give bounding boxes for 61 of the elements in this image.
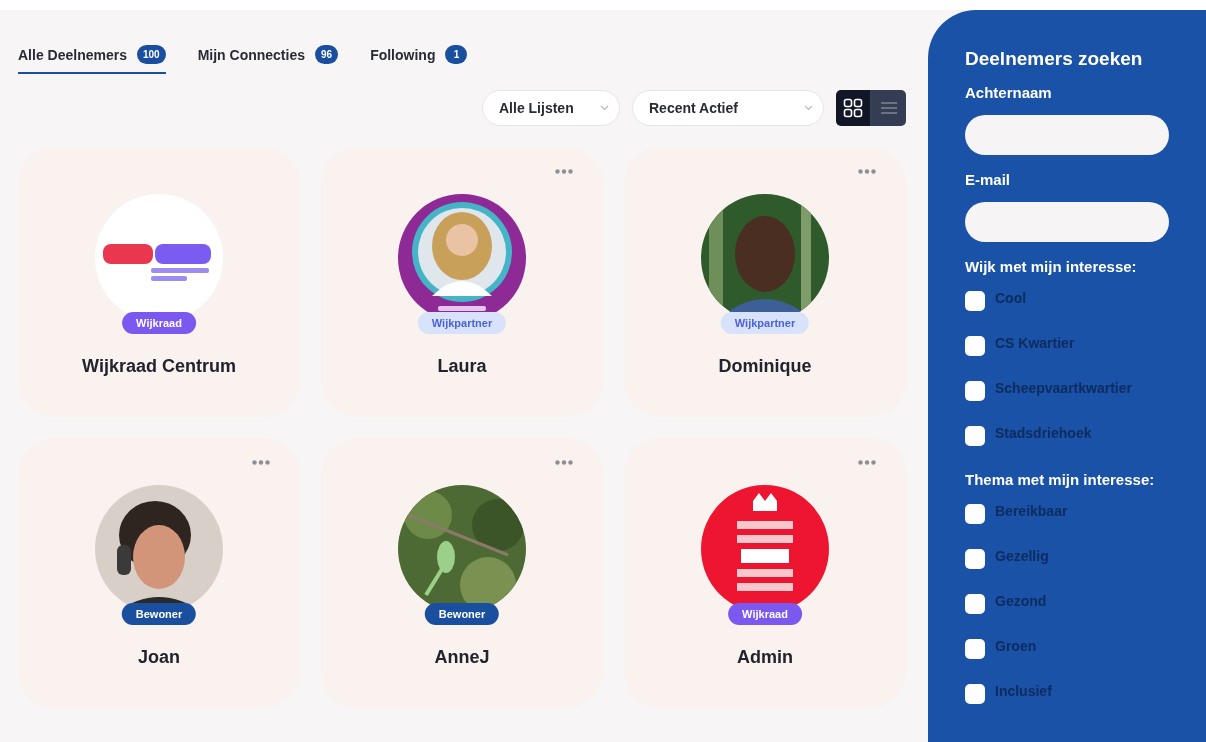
role-badge: Bewoner: [424, 603, 500, 625]
chevron-icon: [600, 105, 609, 111]
group-title: Wijk met mijn interesse:: [965, 258, 1138, 275]
role-badge: Wijkraad: [122, 312, 196, 334]
count-badge: 1: [445, 45, 468, 64]
role-badge: Wijkpartner: [417, 312, 507, 334]
panel-title: Deelnemers zoeken: [965, 48, 1144, 70]
checkbox[interactable]: [965, 336, 985, 356]
role-badge: Bewoner: [121, 603, 197, 625]
field-label: E-mail: [965, 171, 1011, 188]
list-icon: [879, 101, 898, 115]
filter-dropdown[interactable]: Recent Actief: [632, 90, 824, 126]
checkbox[interactable]: [965, 291, 985, 311]
checkbox-label: Groen: [995, 638, 1037, 654]
count-badge: 96: [315, 45, 339, 64]
member-name: Wijkraad Centrum: [82, 356, 236, 377]
checkbox-label: Bereikbaar: [995, 503, 1068, 519]
more-icon[interactable]: [858, 169, 876, 174]
member-name: Dominique: [718, 356, 812, 377]
member-name: AnneJ: [434, 647, 490, 668]
checkbox-label: Inclusief: [995, 683, 1052, 699]
member-name: Joan: [138, 647, 180, 668]
input-field[interactable]: [965, 202, 1169, 242]
checkbox-label: Gezellig: [995, 548, 1049, 564]
member-card[interactable]: Wijkpartner Dominique: [624, 147, 906, 417]
more-icon[interactable]: [555, 169, 573, 174]
input-field[interactable]: [965, 115, 1169, 155]
checkbox-label: Stadsdriehoek: [995, 425, 1092, 441]
grid-view-button[interactable]: [836, 90, 871, 126]
chevron-icon: [804, 105, 813, 111]
role-badge: Wijkpartner: [720, 312, 810, 334]
count-badge: 100: [136, 45, 166, 64]
tab[interactable]: Following 1: [370, 45, 468, 74]
grid-icon: [843, 98, 863, 118]
member-name: Admin: [737, 647, 793, 668]
group-title: Thema met mijn interesse:: [965, 471, 1156, 488]
checkbox-label: CS Kwartier: [995, 335, 1075, 351]
role-badge: Wijkraad: [728, 603, 802, 625]
member-card[interactable]: Wijkraad Wijkraad Centrum: [18, 147, 300, 417]
checkbox[interactable]: [965, 684, 985, 704]
checkbox[interactable]: [965, 381, 985, 401]
more-icon[interactable]: [555, 460, 573, 465]
checkbox[interactable]: [965, 639, 985, 659]
more-icon[interactable]: [252, 460, 270, 465]
checkbox[interactable]: [965, 549, 985, 569]
tab[interactable]: Mijn Connecties 96: [197, 45, 339, 74]
checkbox-label: Scheepvaartkwartier: [995, 380, 1132, 396]
checkbox[interactable]: [965, 504, 985, 524]
member-card[interactable]: Wijkraad Admin: [624, 438, 906, 708]
checkbox[interactable]: [965, 426, 985, 446]
member-card[interactable]: Wijkpartner Laura: [321, 147, 603, 417]
member-name: Laura: [437, 356, 487, 377]
filter-dropdown[interactable]: Alle Lijsten: [482, 90, 620, 126]
member-card[interactable]: Bewoner AnneJ: [321, 438, 603, 708]
tab[interactable]: Alle Deelnemers 100: [18, 45, 166, 74]
checkbox[interactable]: [965, 594, 985, 614]
member-card[interactable]: Bewoner Joan: [18, 438, 300, 708]
more-icon[interactable]: [858, 460, 876, 465]
field-label: Achternaam: [965, 84, 1053, 101]
checkbox-label: Cool: [995, 290, 1027, 306]
checkbox-label: Gezond: [995, 593, 1047, 609]
